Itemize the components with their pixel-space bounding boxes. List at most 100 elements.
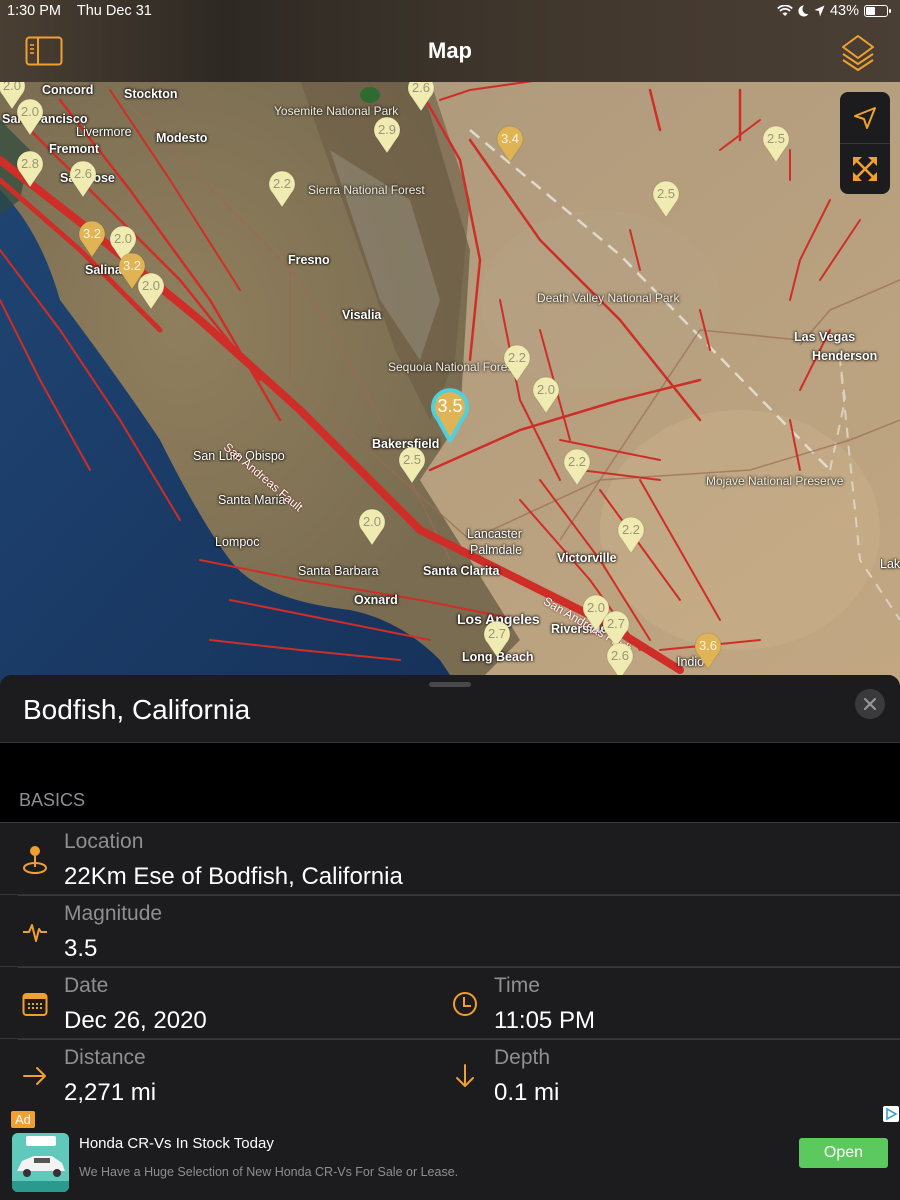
basics-list: Location 22Km Ese of Bodfish, California… bbox=[0, 822, 900, 1105]
earthquake-pin[interactable]: 2.0 bbox=[532, 376, 560, 414]
sheet-grabber-handle[interactable] bbox=[429, 682, 471, 687]
magnitude-label: 2.5 bbox=[656, 186, 676, 201]
current-location-button[interactable] bbox=[840, 92, 890, 143]
depth-value: 0.1 mi bbox=[494, 1079, 560, 1105]
wifi-icon bbox=[777, 5, 793, 16]
earthquake-pin[interactable]: 2.9 bbox=[373, 116, 401, 154]
list-row: Location 22Km Ese of Bodfish, California bbox=[0, 822, 900, 894]
earthquake-pin[interactable]: 2.2 bbox=[503, 344, 531, 382]
calendar-icon bbox=[20, 989, 50, 1019]
close-icon bbox=[864, 698, 876, 710]
time-value: 11:05 PM bbox=[494, 1007, 595, 1034]
sheet-title: Bodfish, California bbox=[23, 694, 251, 725]
magnitude-label: 2.5 bbox=[766, 131, 786, 146]
depth-item[interactable]: Depth 0.1 mi bbox=[430, 1039, 900, 1105]
magnitude-label: 3.4 bbox=[500, 131, 520, 146]
city-label: Lake Havasu City bbox=[880, 557, 900, 571]
map-controls bbox=[840, 92, 890, 194]
magnitude-label: 3.2 bbox=[82, 226, 102, 241]
earthquake-pin[interactable]: 2.0 bbox=[358, 508, 386, 546]
earthquake-pin[interactable]: 2.7 bbox=[483, 620, 511, 658]
expand-arrows-icon bbox=[853, 157, 877, 181]
clock-icon bbox=[450, 989, 480, 1019]
ad-title[interactable]: Honda CR-Vs In Stock Today bbox=[79, 1135, 274, 1152]
magnitude-label: 2.0 bbox=[141, 278, 161, 293]
magnitude-label: 2.8 bbox=[20, 156, 40, 171]
ad-badge: Ad bbox=[11, 1111, 35, 1128]
magnitude-label: 2.0 bbox=[113, 231, 133, 246]
earthquake-pin[interactable]: 2.2 bbox=[563, 448, 591, 486]
earthquake-pin[interactable]: 2.2 bbox=[268, 170, 296, 208]
distance-item[interactable]: Distance 2,271 mi bbox=[0, 1039, 430, 1105]
arrow-right-icon bbox=[20, 1061, 50, 1091]
battery-icon bbox=[864, 5, 891, 17]
earthquake-pin[interactable]: 3.4 bbox=[496, 125, 524, 163]
magnitude-label: 2.2 bbox=[272, 176, 292, 191]
section-header-basics: BASICS bbox=[19, 790, 86, 810]
earthquake-pin[interactable]: 2.0 bbox=[16, 98, 44, 136]
magnitude-label: 2.6 bbox=[411, 80, 431, 95]
magnitude-label: 2.5 bbox=[402, 452, 422, 467]
location-arrow-icon bbox=[854, 106, 876, 129]
park-label: Sierra National Forest bbox=[308, 183, 425, 197]
city-label: Concord bbox=[42, 83, 94, 97]
city-label: Livermore bbox=[76, 125, 132, 139]
park-label: Sequoia National Forest bbox=[388, 360, 517, 374]
ad-banner[interactable]: Ad Honda CR-Vs In Stock Today We Have a … bbox=[0, 1105, 900, 1200]
car-image-icon bbox=[12, 1133, 69, 1192]
location-item[interactable]: Location 22Km Ese of Bodfish, California bbox=[0, 823, 900, 895]
map-terrain bbox=[0, 0, 900, 690]
location-value: 22Km Ese of Bodfish, California bbox=[64, 863, 403, 890]
city-label: Modesto bbox=[156, 131, 208, 145]
moon-icon bbox=[798, 5, 809, 17]
city-label: Henderson bbox=[812, 349, 878, 363]
earthquake-pin[interactable]: 2.2 bbox=[617, 516, 645, 554]
city-label: San Francisco bbox=[2, 112, 88, 126]
battery-percent: 43% bbox=[829, 3, 859, 19]
earthquake-pin[interactable]: 3.6 bbox=[694, 632, 722, 670]
ad-choices-icon[interactable] bbox=[883, 1106, 899, 1122]
earthquake-pin[interactable]: 2.5 bbox=[652, 180, 680, 218]
earthquake-pin[interactable]: 3.2 bbox=[78, 220, 106, 258]
magnitude-label: 2.2 bbox=[621, 522, 641, 537]
navigation-bar: 1:30 PM Thu Dec 31 43% Map bbox=[0, 0, 900, 82]
map-view[interactable]: Concord Stockton San Francisco Livermore… bbox=[0, 0, 900, 690]
earthquake-pin[interactable]: 2.5 bbox=[762, 125, 790, 163]
magnitude-label: 2.7 bbox=[487, 626, 507, 641]
magnitude-item[interactable]: Magnitude 3.5 bbox=[0, 895, 900, 967]
ad-open-button[interactable]: Open bbox=[799, 1138, 888, 1168]
battery-level bbox=[866, 7, 875, 15]
depth-label: Depth bbox=[494, 1046, 551, 1069]
arrow-down-icon bbox=[450, 1061, 480, 1091]
status-bar-indicators: 43% bbox=[777, 3, 891, 19]
time-item[interactable]: Time 11:05 PM bbox=[430, 967, 900, 1039]
city-label: Lancaster bbox=[467, 527, 522, 541]
ad-description: We Have a Huge Selection of New Honda CR… bbox=[79, 1165, 459, 1179]
city-label: Visalia bbox=[342, 308, 382, 322]
magnitude-label: 2.0 bbox=[536, 382, 556, 397]
earthquake-pin[interactable]: 2.8 bbox=[16, 150, 44, 188]
city-label: Lompoc bbox=[215, 535, 260, 549]
magnitude-label: 3.5 bbox=[437, 396, 463, 416]
magnitude-label: 3.2 bbox=[122, 258, 142, 273]
distance-value: 2,271 mi bbox=[64, 1079, 157, 1105]
status-bar-time: 1:30 PM Thu Dec 31 bbox=[7, 3, 152, 19]
city-label: Fresno bbox=[288, 253, 330, 267]
date-item[interactable]: Date Dec 26, 2020 bbox=[0, 967, 430, 1039]
earthquake-pin[interactable]: 2.6 bbox=[69, 160, 97, 198]
ad-thumbnail[interactable] bbox=[12, 1133, 69, 1192]
earthquake-pin-selected[interactable]: 3.5 bbox=[429, 386, 471, 442]
city-label: Victorville bbox=[557, 551, 617, 565]
list-row: Date Dec 26, 2020 Time 11:05 PM bbox=[0, 966, 900, 1038]
date-label: Date bbox=[64, 974, 109, 997]
city-label: Stockton bbox=[124, 87, 178, 101]
time-label: Time bbox=[494, 974, 540, 997]
status-time: 1:30 PM bbox=[7, 3, 61, 19]
earthquake-pin[interactable]: 2.5 bbox=[398, 446, 426, 484]
magnitude-label: 2.0 bbox=[20, 104, 40, 119]
date-value: Dec 26, 2020 bbox=[64, 1007, 207, 1034]
layers-button[interactable] bbox=[840, 34, 876, 72]
earthquake-pin[interactable]: 2.0 bbox=[137, 272, 165, 310]
fit-all-button[interactable] bbox=[840, 143, 890, 194]
close-button[interactable] bbox=[855, 689, 885, 719]
